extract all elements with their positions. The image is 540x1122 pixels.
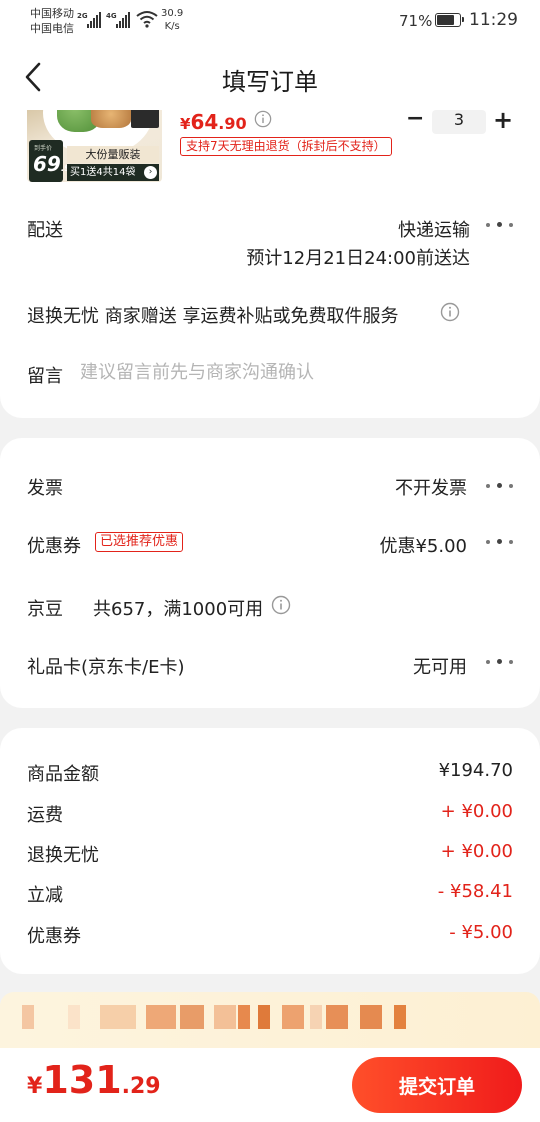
info-icon[interactable]	[254, 110, 272, 128]
coupon-more-icon[interactable]	[484, 537, 514, 547]
summary-value: ¥194.70	[438, 760, 513, 781]
summary-value: + ¥0.00	[440, 841, 513, 862]
invoice-more-icon[interactable]	[484, 481, 514, 491]
page-header: 填写订单	[0, 44, 540, 110]
page-title: 填写订单	[222, 68, 318, 96]
jingdou-label: 京豆	[27, 599, 63, 620]
giftcard-label: 礼品卡(京东卡/E卡)	[27, 657, 185, 678]
summary-label: 立减	[27, 885, 63, 906]
giftcard-more-icon[interactable]	[484, 657, 514, 667]
coupon-value[interactable]: 优惠¥5.00	[379, 532, 467, 558]
carrier-2: 中国电信	[30, 22, 74, 35]
service-text: 退换无忧 商家赠送 享运费补贴或免费取件服务	[27, 306, 399, 327]
carrier-1: 中国移动	[30, 7, 74, 20]
benefits-card: 发票 不开发票 优惠券 已选推荐优惠 优惠¥5.00 京豆 共657，满1000…	[0, 438, 540, 708]
delivery-label: 配送	[27, 220, 63, 241]
total-price: ¥131.29	[27, 1058, 161, 1102]
chevron-right-icon: ›	[144, 166, 157, 179]
network-speed: 30.9 K/s	[161, 8, 184, 32]
summary-label: 商品金额	[27, 764, 99, 785]
network-type-2: 4G	[106, 12, 117, 20]
coupon-status-badge: 已选推荐优惠	[95, 532, 184, 552]
battery-percent: 71%	[399, 12, 433, 30]
summary-label: 优惠券	[27, 926, 81, 947]
note-label: 留言	[27, 366, 63, 387]
carrier-names: 中国移动 中国电信	[30, 6, 74, 36]
refund-policy-badge: 支持7天无理由退货（拆封后不支持）	[180, 137, 392, 156]
summary-value: + ¥0.00	[440, 801, 513, 822]
status-bar: 中国移动 中国电信 2G 4G 30.9 K/s 71% 11:29	[0, 0, 540, 44]
quantity-input[interactable]: 3	[432, 110, 486, 134]
signal-icon-2: 4G	[106, 10, 132, 28]
submit-order-button[interactable]: 提交订单	[352, 1057, 522, 1113]
network-type-1: 2G	[77, 12, 88, 20]
summary-value: - ¥58.41	[437, 881, 513, 902]
delivery-eta: 预计12月21日24:00前送达	[246, 248, 470, 269]
product-image[interactable]: 到手价 69.9 大份量贩装 买1送4共14袋 ›	[27, 110, 162, 182]
service-info-icon[interactable]	[440, 302, 460, 322]
qty-increase-button[interactable]: +	[492, 108, 514, 132]
wifi-icon	[136, 11, 158, 28]
blurred-notice-banner	[0, 992, 540, 1048]
coupon-label: 优惠券	[27, 536, 81, 557]
invoice-value[interactable]: 不开发票	[395, 474, 467, 500]
image-price-tag: 到手价 69.9	[29, 140, 71, 182]
qty-decrease-button[interactable]: −	[406, 108, 424, 132]
note-input[interactable]	[80, 358, 500, 386]
delivery-method[interactable]: 快递运输	[398, 216, 470, 242]
summary-value: - ¥5.00	[449, 922, 513, 943]
battery-icon	[435, 13, 464, 27]
unit-price: ¥64.90	[180, 110, 247, 134]
image-promo-label: 大份量贩装	[67, 146, 159, 163]
price-summary-card: 商品金额 ¥194.70 运费 + ¥0.00 退换无忧 + ¥0.00 立减 …	[0, 728, 540, 974]
image-promo-gift: 买1送4共14袋 ›	[67, 164, 159, 181]
summary-label: 退换无忧	[27, 845, 99, 866]
checkout-bar: ¥131.29 提交订单	[0, 1048, 540, 1122]
summary-label: 运费	[27, 805, 63, 826]
invoice-label: 发票	[27, 478, 63, 499]
signal-icon: 2G	[77, 10, 103, 28]
order-product-card: 到手价 69.9 大份量贩装 买1送4共14袋 › ¥64.90 支持7天无理由…	[0, 108, 540, 418]
jingdou-text: 共657，满1000可用	[93, 599, 264, 620]
jingdou-info-icon[interactable]	[271, 595, 291, 615]
giftcard-value[interactable]: 无可用	[413, 653, 467, 679]
delivery-more-icon[interactable]	[484, 220, 514, 230]
clock: 11:29	[469, 10, 518, 30]
